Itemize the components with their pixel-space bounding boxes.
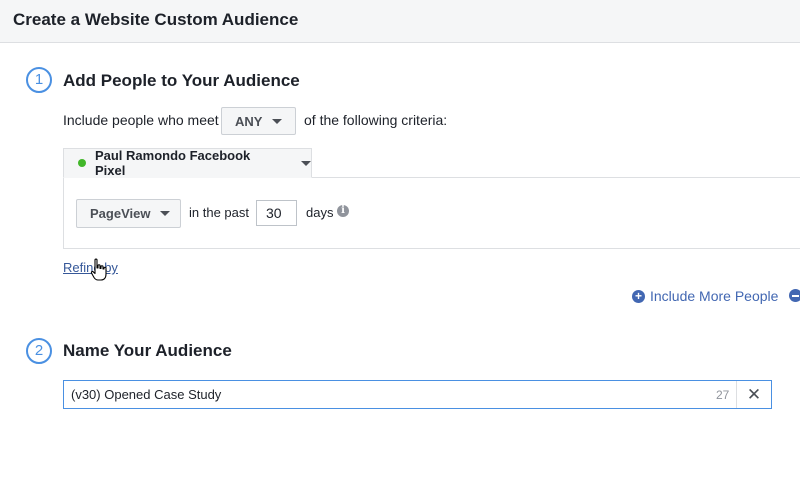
plus-circle-icon: + (632, 289, 645, 303)
character-count: 27 (716, 388, 730, 402)
step-1-title: Add People to Your Audience (63, 71, 300, 90)
match-any-label: ANY (235, 113, 263, 129)
step-2-title: Name Your Audience (63, 341, 232, 360)
chevron-down-icon (272, 118, 283, 124)
chevron-down-icon (301, 160, 311, 166)
event-label: PageView (90, 206, 151, 221)
days-text: days (306, 205, 334, 220)
step-2-badge: 2 (26, 338, 52, 364)
chevron-down-icon (160, 211, 171, 216)
include-prefix-text: Include people who meet (63, 112, 219, 128)
close-icon: ✕ (746, 385, 762, 404)
include-suffix-text: of the following criteria: (304, 112, 448, 128)
days-input[interactable] (256, 200, 297, 226)
pixel-selector-dropdown[interactable]: Paul Ramondo Facebook Pixel (63, 148, 312, 178)
include-more-people-button[interactable]: + Include More People (632, 288, 778, 304)
audience-name-input[interactable] (64, 381, 711, 408)
hand-cursor-icon (90, 258, 107, 281)
clear-name-button[interactable]: ✕ (736, 381, 771, 408)
dialog-header: Create a Website Custom Audience (0, 0, 800, 43)
match-any-dropdown[interactable]: ANY (221, 107, 296, 135)
dialog-title: Create a Website Custom Audience (13, 10, 299, 29)
event-dropdown[interactable]: PageView (76, 199, 181, 228)
step-1-badge: 1 (26, 67, 52, 93)
pixel-name: Paul Ramondo Facebook Pixel (94, 148, 251, 178)
pixel-status-dot-icon (78, 159, 86, 167)
exclude-minus-circle-icon[interactable] (789, 289, 800, 302)
info-icon[interactable]: i (337, 205, 349, 217)
in-the-past-text: in the past (189, 205, 249, 220)
include-more-people-label: Include More People (650, 288, 779, 304)
audience-name-field: 27 ✕ (63, 380, 772, 409)
